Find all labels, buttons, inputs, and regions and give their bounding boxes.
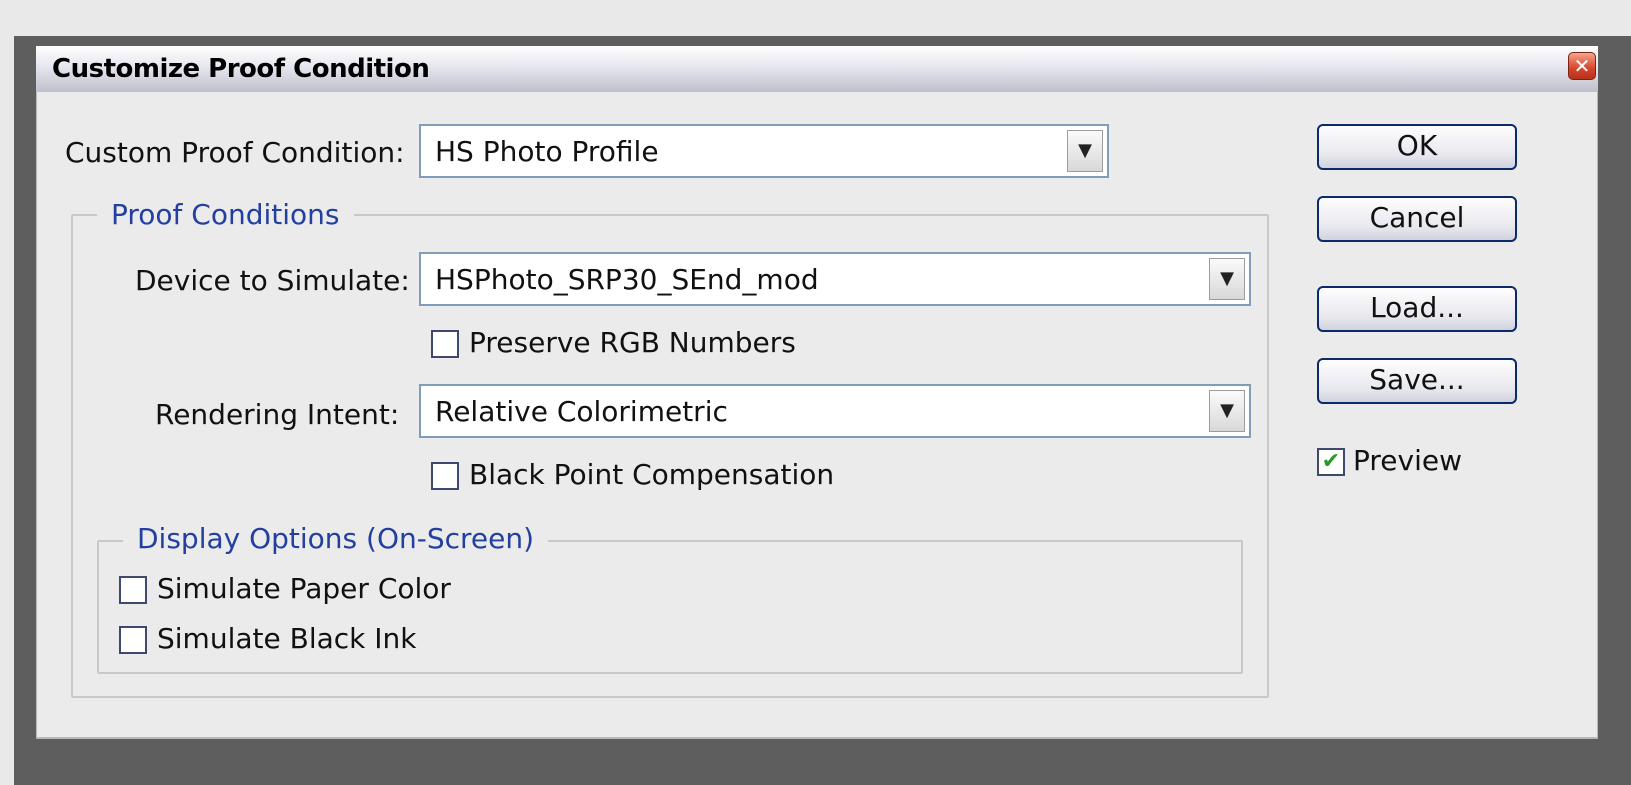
save-button[interactable]: Save...: [1317, 358, 1517, 404]
chevron-down-icon[interactable]: ▼: [1209, 390, 1245, 432]
custom-proof-dropdown[interactable]: HS Photo Profile ▼: [419, 124, 1109, 178]
simulate-paper-color-label: Simulate Paper Color: [157, 572, 451, 605]
title-bar[interactable]: Customize Proof Condition ✕: [36, 46, 1598, 93]
close-button[interactable]: ✕: [1568, 52, 1596, 80]
rendering-intent-label: Rendering Intent:: [155, 398, 400, 431]
dialog-title: Customize Proof Condition: [52, 54, 430, 84]
device-to-simulate-label: Device to Simulate:: [135, 264, 410, 297]
load-button[interactable]: Load...: [1317, 286, 1517, 332]
simulate-black-ink-checkbox[interactable]: [119, 626, 147, 654]
device-to-simulate-dropdown[interactable]: HSPhoto_SRP30_SEnd_mod ▼: [419, 252, 1251, 306]
black-point-compensation-checkbox[interactable]: [431, 462, 459, 490]
check-icon: ✔: [1321, 449, 1341, 474]
chevron-down-icon[interactable]: ▼: [1067, 130, 1103, 172]
simulate-paper-color-checkbox[interactable]: [119, 576, 147, 604]
close-icon[interactable]: ✕: [1574, 54, 1591, 78]
preserve-rgb-label: Preserve RGB Numbers: [469, 326, 796, 359]
proof-conditions-title: Proof Conditions: [97, 198, 354, 231]
preview-checkbox[interactable]: ✔: [1317, 448, 1345, 476]
simulate-black-ink-label: Simulate Black Ink: [157, 622, 417, 655]
rendering-intent-value: Relative Colorimetric: [435, 395, 728, 428]
dialog-body: Custom Proof Condition: HS Photo Profile…: [36, 92, 1598, 739]
ok-button[interactable]: OK: [1317, 124, 1517, 170]
custom-proof-value: HS Photo Profile: [435, 135, 659, 168]
display-options-title: Display Options (On-Screen): [123, 522, 549, 555]
rendering-intent-dropdown[interactable]: Relative Colorimetric ▼: [419, 384, 1251, 438]
device-to-simulate-value: HSPhoto_SRP30_SEnd_mod: [435, 263, 819, 296]
chevron-down-icon[interactable]: ▼: [1209, 258, 1245, 300]
black-point-compensation-label: Black Point Compensation: [469, 458, 835, 491]
preview-label: Preview: [1353, 444, 1462, 477]
custom-proof-label: Custom Proof Condition:: [65, 136, 405, 169]
cancel-button[interactable]: Cancel: [1317, 196, 1517, 242]
preserve-rgb-checkbox[interactable]: [431, 330, 459, 358]
